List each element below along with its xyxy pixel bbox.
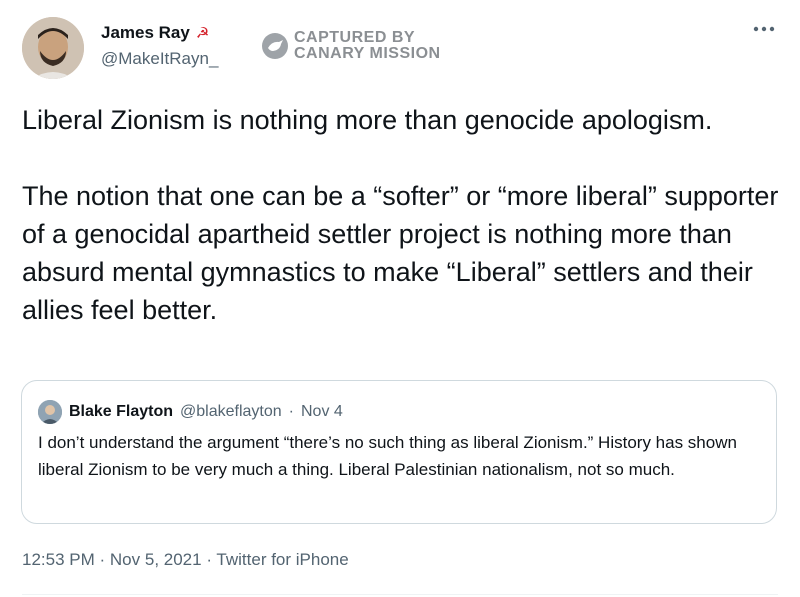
quoted-text: I don’t understand the argument “there’s… bbox=[38, 433, 737, 479]
author-handle[interactable]: @MakeItRayn_ bbox=[101, 49, 218, 69]
quoted-separator: · bbox=[288, 403, 294, 420]
tweet-card: James Ray ☭ @MakeItRayn_ CAPTURED BY CAN… bbox=[0, 0, 800, 597]
hammer-sickle-emoji: ☭ bbox=[195, 24, 210, 42]
quoted-tweet[interactable]: Blake Flayton @blakeflayton · Nov 4 I do… bbox=[21, 380, 777, 524]
meta-separator-1: · bbox=[99, 550, 106, 569]
watermark-line2: CANARY MISSION bbox=[294, 45, 441, 62]
divider bbox=[22, 594, 778, 595]
tweet-source[interactable]: Twitter for iPhone bbox=[216, 550, 348, 569]
author-display-name[interactable]: James Ray bbox=[101, 23, 190, 43]
watermark-line1: CAPTURED BY bbox=[294, 29, 416, 46]
tweet-meta: 12:53 PM · Nov 5, 2021 · Twitter for iPh… bbox=[22, 550, 349, 570]
user-avatar-icon bbox=[22, 17, 84, 79]
quoted-author-avatar bbox=[38, 400, 62, 424]
canary-bird-icon bbox=[262, 33, 288, 59]
tweet-body: Liberal Zionism is nothing more than gen… bbox=[22, 101, 782, 329]
more-horizontal-icon[interactable] bbox=[752, 22, 776, 36]
meta-separator-2: · bbox=[206, 550, 212, 569]
author-avatar[interactable] bbox=[22, 17, 84, 79]
author-name-row: James Ray ☭ bbox=[101, 23, 209, 43]
tweet-time[interactable]: 12:53 PM bbox=[22, 550, 95, 569]
tweet-date[interactable]: Nov 5, 2021 bbox=[110, 550, 202, 569]
quoted-header: Blake Flayton @blakeflayton · Nov 4 bbox=[38, 400, 343, 424]
tweet-paragraph-1: Liberal Zionism is nothing more than gen… bbox=[22, 105, 713, 135]
quoted-date: Nov 4 bbox=[301, 403, 343, 420]
quoted-avatar-icon bbox=[38, 400, 62, 424]
watermark-text: CAPTURED BY CANARY MISSION bbox=[294, 30, 441, 62]
tweet-paragraph-2: The notion that one can be a “softer” or… bbox=[22, 181, 779, 325]
quoted-display-name: Blake Flayton bbox=[69, 403, 174, 420]
quoted-handle: @blakeflayton bbox=[180, 403, 282, 420]
canary-mission-watermark: CAPTURED BY CANARY MISSION bbox=[262, 30, 441, 62]
